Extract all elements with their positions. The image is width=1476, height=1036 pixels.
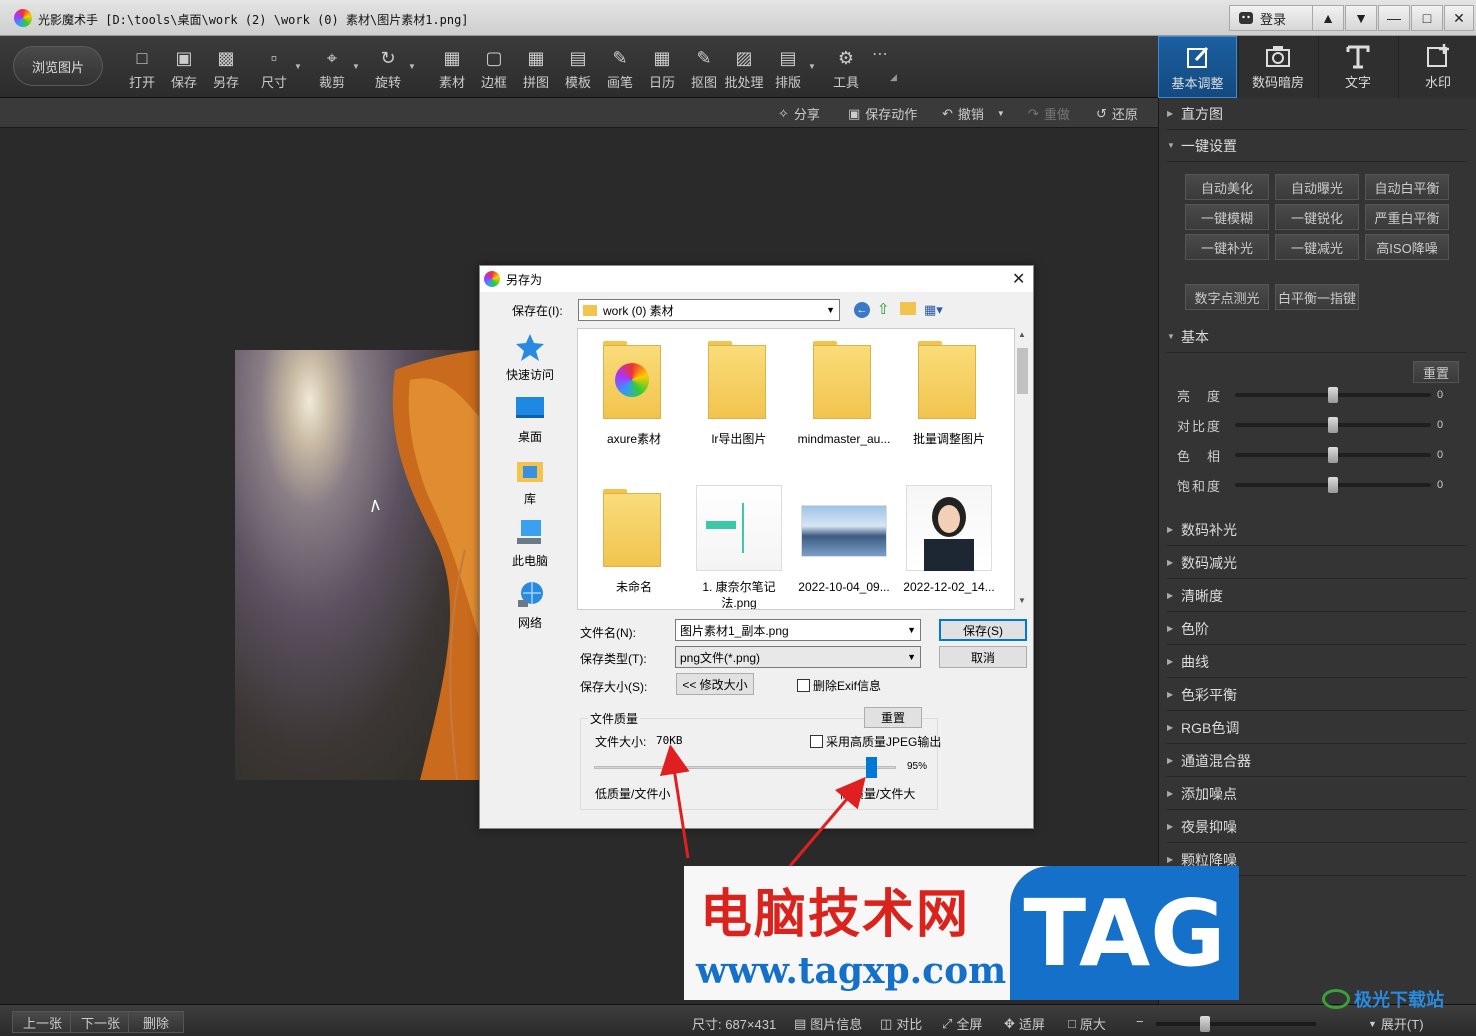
aurora-logo-icon [1322,989,1350,1009]
corner-watermark: 极光下载站 [1322,986,1444,1012]
arrow-to-file-size [659,744,690,859]
arrow-to-quality-slider [788,776,866,867]
watermark-cn-text: 电脑技术网 [700,884,971,945]
site-watermark: 电脑技术网 www.tagxp.com TAG [684,866,1239,1000]
corner-watermark-text: 极光下载站 [1354,990,1444,1010]
watermark-tag-logo: TAG [1010,866,1239,1000]
watermark-url-text: www.tagxp.com [696,950,1007,992]
watermark-tag-text: TAG [1023,879,1226,987]
